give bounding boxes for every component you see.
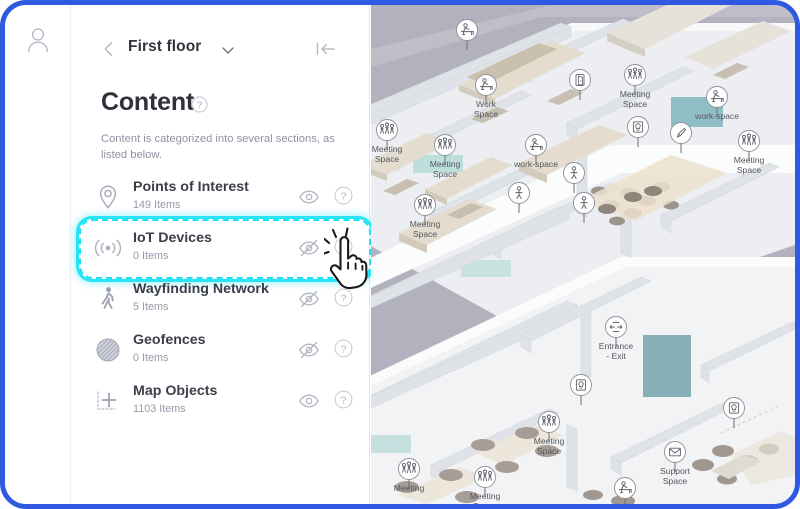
- svg-text:?: ?: [341, 241, 347, 253]
- eye-off-icon[interactable]: [298, 289, 320, 309]
- user-avatar-icon[interactable]: [26, 27, 50, 53]
- floorplan-svg: Work Space Meeting Space Meeting Space work-sp…: [371, 5, 795, 504]
- add-object-icon: [94, 387, 122, 415]
- pin-label: MeetingSpace: [470, 491, 501, 504]
- list-item-title: Map Objects: [133, 383, 218, 399]
- floor-title: First floor: [128, 38, 202, 55]
- pin-bubble: [723, 397, 745, 419]
- pin-bubble: [614, 477, 636, 499]
- question-circle-icon[interactable]: ?: [191, 96, 208, 113]
- list-item-title: Geofences: [133, 332, 206, 348]
- pin-bubble: [605, 316, 627, 338]
- list-item-points-of-interest[interactable]: Points of Interest 149 Items ?: [72, 172, 370, 221]
- list-item-geofences[interactable]: Geofences 0 Items ?: [72, 325, 370, 374]
- list-item-count: 149 Items: [133, 199, 181, 211]
- walking-person-icon: [94, 285, 122, 313]
- svg-text:?: ?: [341, 394, 347, 406]
- question-circle-icon[interactable]: ?: [334, 237, 353, 256]
- pin-bubble: [627, 116, 649, 138]
- list-item-wayfinding-network[interactable]: Wayfinding Network 5 Items ?: [72, 274, 370, 323]
- pin-label: Support Space: [660, 466, 691, 486]
- pin-label: MeetingSpace: [620, 89, 651, 109]
- app-frame: First floor Content ? Content is categor…: [0, 0, 800, 509]
- question-circle-icon[interactable]: ?: [334, 288, 353, 307]
- eye-icon[interactable]: [298, 187, 320, 207]
- pin-label: MeetingSpace: [430, 159, 461, 179]
- svg-text:?: ?: [341, 343, 347, 355]
- page-title: Content: [101, 88, 195, 116]
- floorplan-map[interactable]: Work Space Meeting Space Meeting Space work-sp…: [371, 5, 795, 504]
- pin-label: work-space: [513, 159, 558, 169]
- left-rail: [5, 5, 71, 504]
- pin-bubble: [456, 19, 478, 41]
- collapse-panel-icon[interactable]: [315, 40, 337, 58]
- floor-header: First floor: [72, 35, 370, 67]
- pin-label: Work Space: [474, 99, 499, 119]
- pin-label: MeetingSpace: [372, 144, 403, 164]
- content-panel: First floor Content ? Content is categor…: [72, 5, 371, 504]
- content-category-list: Points of Interest 149 Items ? IoT Devic…: [72, 172, 371, 427]
- eye-off-icon[interactable]: [298, 238, 320, 258]
- pin-bubble: [670, 122, 692, 144]
- eye-off-icon[interactable]: [298, 340, 320, 360]
- pin-bubble: [525, 134, 547, 156]
- svg-text:?: ?: [197, 100, 202, 111]
- pin-bubble: [569, 69, 591, 91]
- question-circle-icon[interactable]: ?: [334, 186, 353, 205]
- hatched-circle-icon: [94, 336, 122, 364]
- list-item-iot-devices[interactable]: IoT Devices 0 Items ?: [72, 219, 371, 279]
- chevron-left-icon[interactable]: [100, 40, 118, 58]
- list-item-count: 0 Items: [133, 250, 169, 262]
- pin-label: work-space: [694, 111, 739, 121]
- chevron-down-icon[interactable]: [220, 43, 236, 55]
- list-item-count: 1103 Items: [133, 403, 186, 415]
- question-circle-icon[interactable]: ?: [334, 339, 353, 358]
- pin-label: Meeting: [394, 483, 425, 493]
- list-item-title: IoT Devices: [133, 230, 212, 246]
- app-inner: First floor Content ? Content is categor…: [5, 5, 795, 504]
- list-item-count: 5 Items: [133, 301, 169, 313]
- question-circle-icon[interactable]: ?: [334, 390, 353, 409]
- svg-text:?: ?: [341, 190, 347, 202]
- content-description: Content is categorized into several sect…: [101, 133, 335, 161]
- map-pin-icon: [94, 183, 122, 211]
- pin-bubble: [570, 374, 592, 396]
- list-item-map-objects[interactable]: Map Objects 1103 Items ?: [72, 376, 370, 425]
- pin-label: MeetingSpace: [410, 219, 441, 239]
- pin-label: MeetingSpace: [534, 436, 565, 456]
- pin-bubble: [706, 86, 728, 108]
- svg-text:?: ?: [341, 292, 347, 304]
- broadcast-signal-icon: [94, 234, 122, 262]
- list-item-title: Wayfinding Network: [133, 281, 269, 297]
- list-item-title: Points of Interest: [133, 179, 249, 195]
- pin-bubble: [664, 441, 686, 463]
- pin-label: MeetingSpace: [734, 155, 765, 175]
- eye-icon[interactable]: [298, 391, 320, 411]
- pin-bubble: [475, 74, 497, 96]
- list-item-count: 0 Items: [133, 352, 169, 364]
